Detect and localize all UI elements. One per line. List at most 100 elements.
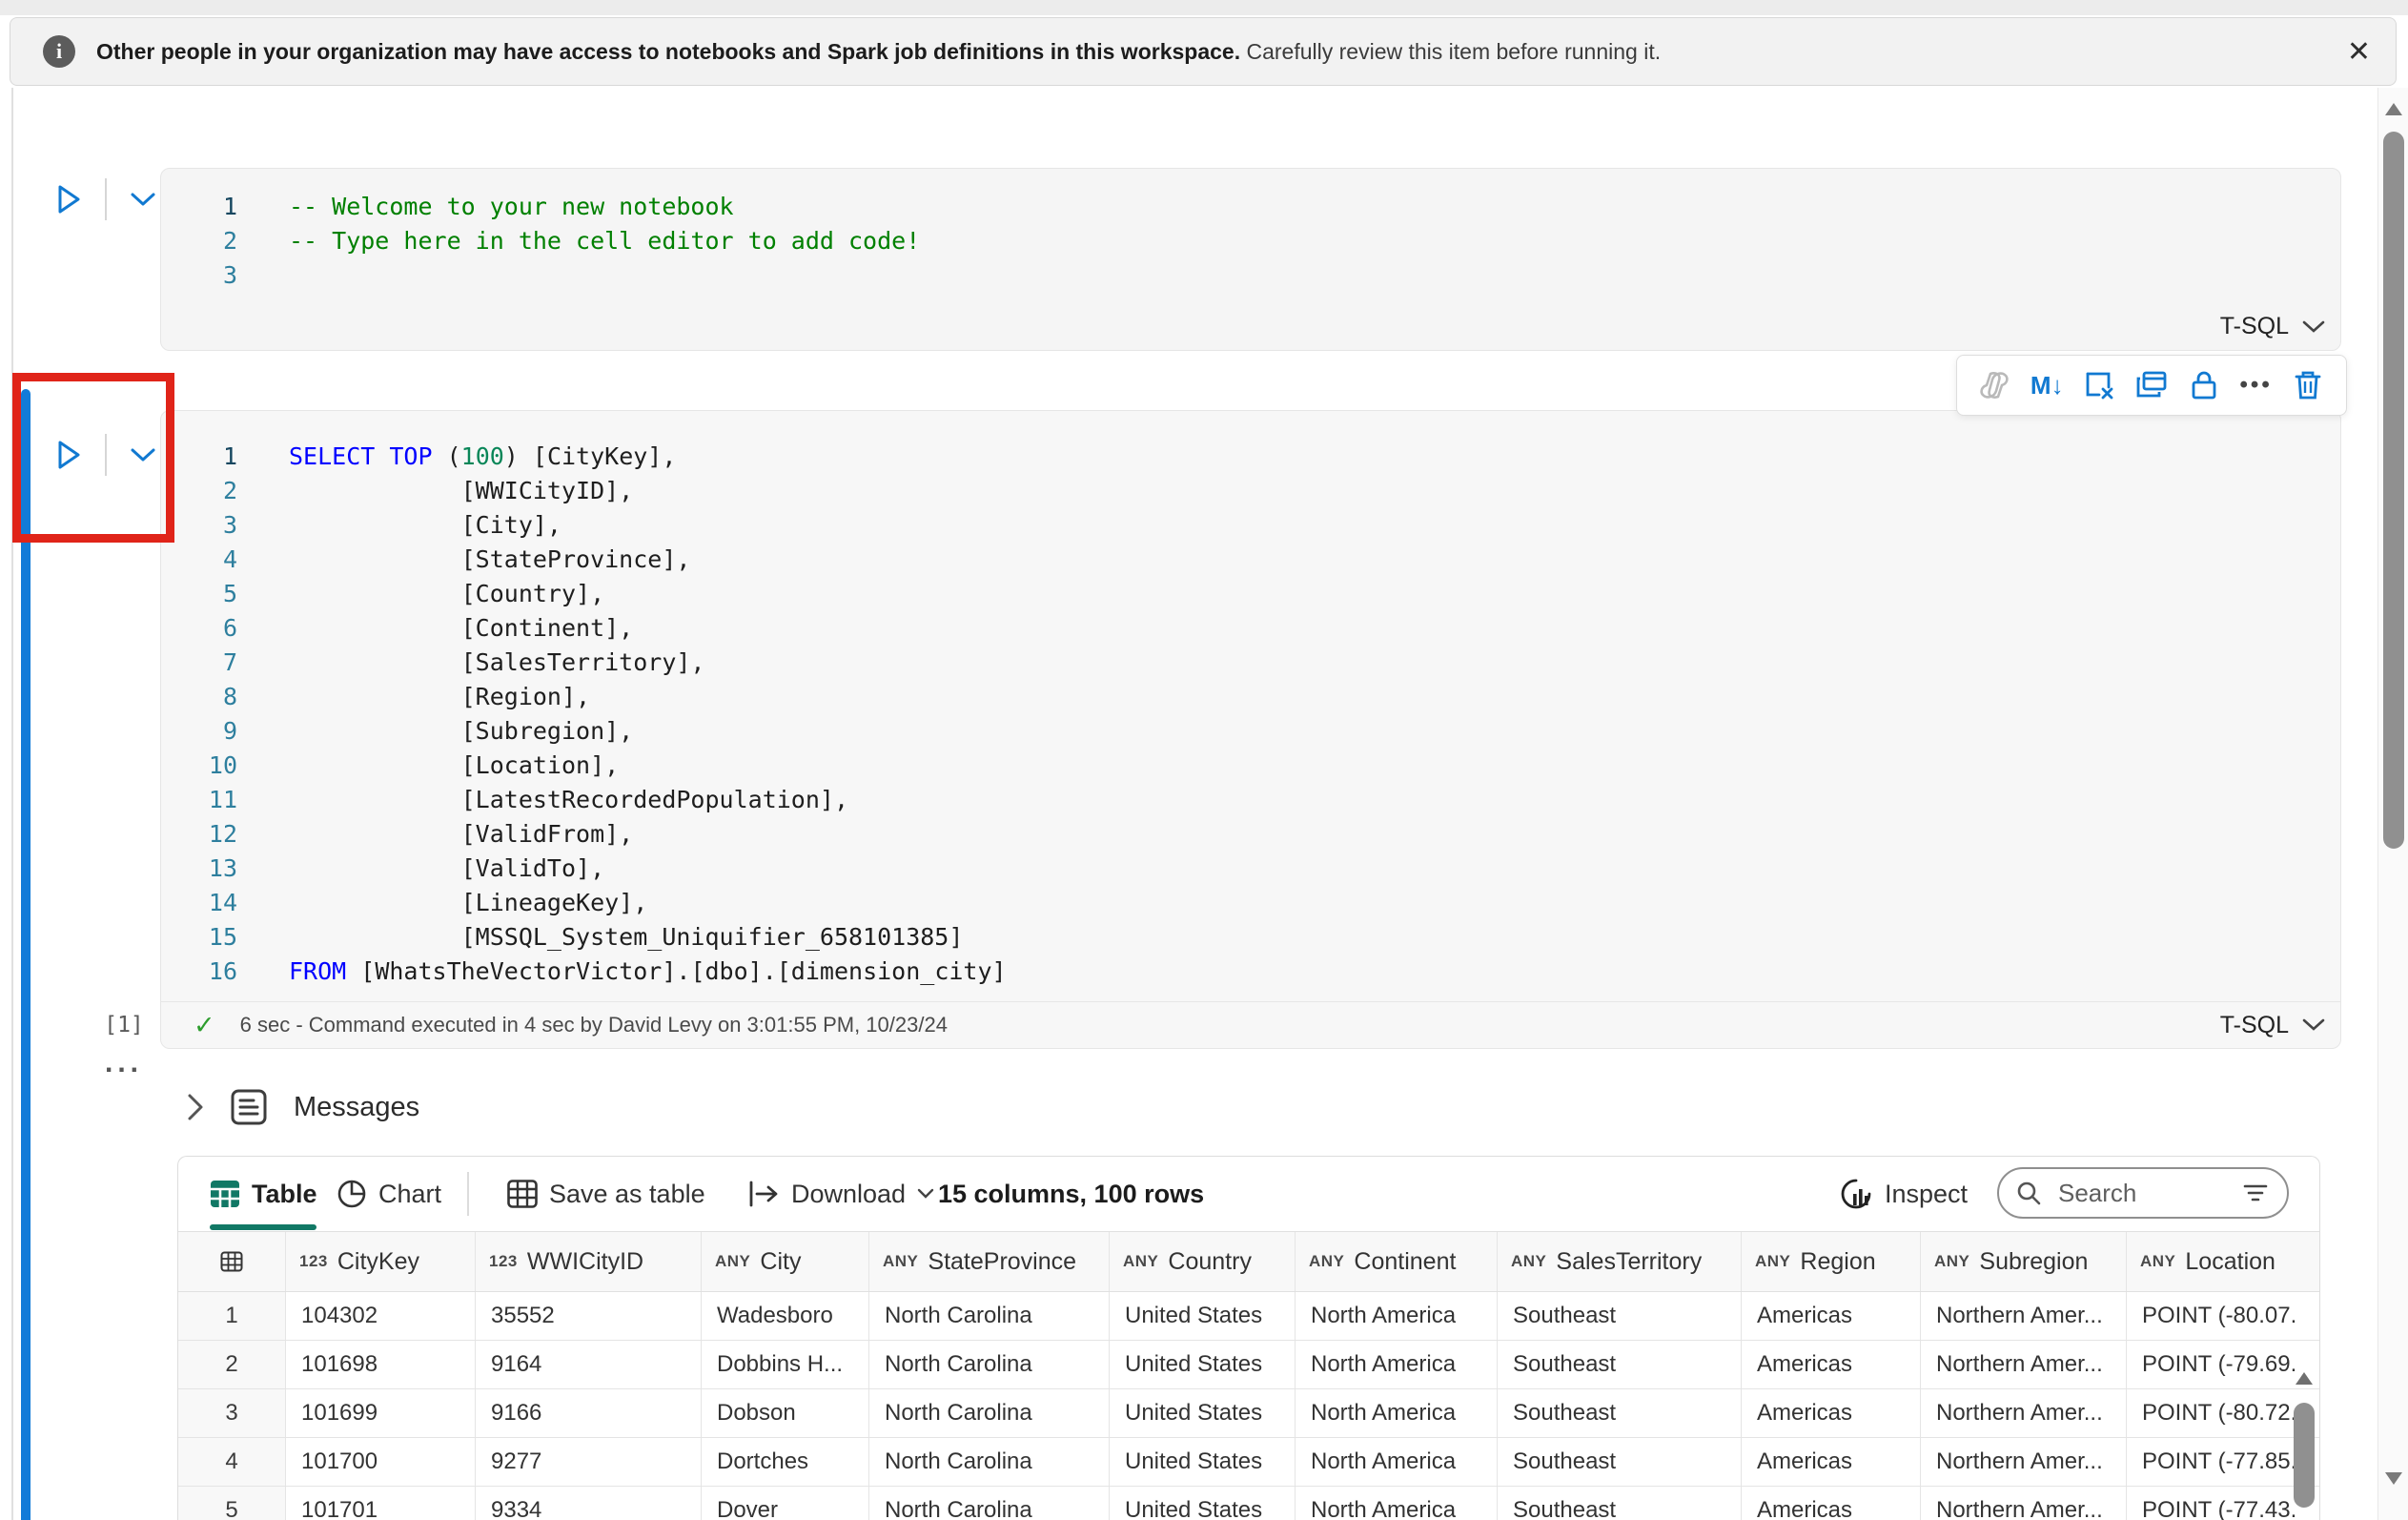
tab-label: Table	[252, 1179, 317, 1208]
code-line[interactable]: 5 [Country],	[173, 577, 2329, 611]
header-cell-StateProvince[interactable]: ANY StateProvince	[869, 1232, 1110, 1291]
code-line[interactable]: 7 [SalesTerritory],	[173, 646, 2329, 680]
header-cell-CityKey[interactable]: 123 CityKey	[286, 1232, 476, 1291]
code-line[interactable]: 10 [Location],	[173, 749, 2329, 783]
code-line[interactable]: 8 [Region],	[173, 680, 2329, 714]
scrollbar-thumb[interactable]	[2294, 1403, 2315, 1508]
more-commands-ellipsis[interactable]: ...	[105, 1047, 143, 1079]
code-line[interactable]: 2 -- Type here in the cell editor to add …	[173, 224, 2329, 258]
table-row[interactable]: 5 101701 9334 Dover North Carolina United Sta…	[178, 1487, 2319, 1520]
lock-cell-icon[interactable]	[2185, 366, 2223, 404]
table-row[interactable]: 2 101698 9164 Dobbins H... North Carolina Uni…	[178, 1341, 2319, 1389]
cell2-code-editor[interactable]: 1 SELECT TOP (100) [CityKey], 2 [WWICityID…	[173, 440, 2329, 989]
cell-value: Dobson	[702, 1389, 869, 1437]
cell1-language-selector[interactable]: T-SQL	[2220, 313, 2325, 340]
scroll-up-arrow[interactable]	[2296, 1372, 2313, 1385]
code-line[interactable]: 4 [StateProvince],	[173, 543, 2329, 577]
cell-value: 101699	[286, 1389, 476, 1437]
page-vertical-scrollbar[interactable]	[2377, 88, 2408, 1520]
cell-value: North Carolina	[869, 1438, 1110, 1486]
code-cell-1[interactable]: 1 -- Welcome to your new notebook 2 -- Type…	[160, 168, 2341, 351]
cell1-code-editor[interactable]: 1 -- Welcome to your new notebook 2 -- Type…	[173, 190, 2329, 293]
header-cell-Region[interactable]: ANY Region	[1742, 1232, 1921, 1291]
copilot-icon[interactable]	[1975, 366, 2013, 404]
inspect-button[interactable]: Inspect	[1839, 1157, 1968, 1231]
code-text: [ValidTo],	[289, 854, 605, 882]
table-row[interactable]: 1 104302 35552 Wadesboro North Carolina Unite…	[178, 1292, 2319, 1341]
column-type-badge: ANY	[1123, 1252, 1159, 1270]
code-line[interactable]: 9 [Subregion],	[173, 714, 2329, 749]
header-cell-City[interactable]: ANY City	[702, 1232, 869, 1291]
chevron-down-icon[interactable]	[124, 180, 162, 218]
scroll-up-arrow[interactable]	[2385, 103, 2402, 115]
window-top-strip	[0, 0, 2408, 15]
code-line[interactable]: 12 [ValidFrom],	[173, 817, 2329, 852]
header-cell-rownum[interactable]	[178, 1232, 286, 1291]
code-line[interactable]: 16 FROM [WhatsTheVectorVictor].[dbo].[dim…	[173, 955, 2329, 989]
convert-to-markdown-icon[interactable]: M↓	[2028, 366, 2066, 404]
header-cell-WWICityID[interactable]: 123 WWICityID	[476, 1232, 702, 1291]
cell-value: North America	[1296, 1341, 1498, 1388]
column-label: Subregion	[1979, 1247, 2089, 1275]
header-cell-Subregion[interactable]: ANY Subregion	[1921, 1232, 2127, 1291]
messages-section-header[interactable]: Messages	[187, 1087, 419, 1127]
code-text: [MSSQL_System_Uniquifier_658101385]	[289, 923, 964, 951]
table-row[interactable]: 3 101699 9166 Dobson North Carolina United St…	[178, 1389, 2319, 1438]
cell-value: Americas	[1742, 1341, 1921, 1388]
header-cell-Location[interactable]: ANY Location	[2127, 1232, 2319, 1291]
grid-vertical-scrollbar[interactable]	[2293, 1365, 2317, 1520]
chevron-right-icon[interactable]	[187, 1093, 204, 1121]
results-toolbar: Table Chart Save as table Download 15 co…	[178, 1157, 2319, 1231]
code-line[interactable]: 2 [WWICityID],	[173, 474, 2329, 508]
clear-output-icon[interactable]	[2080, 366, 2118, 404]
chevron-down-icon	[2302, 320, 2325, 333]
filter-icon[interactable]	[2243, 1183, 2268, 1202]
cell-value: Southeast	[1498, 1389, 1742, 1437]
cell-value: Americas	[1742, 1292, 1921, 1340]
more-options-icon[interactable]: •••	[2237, 366, 2275, 404]
selected-cell-indicator	[21, 389, 31, 1520]
duplicate-cell-icon[interactable]	[2133, 366, 2171, 404]
code-line[interactable]: 1 -- Welcome to your new notebook	[173, 190, 2329, 224]
cell-value: United States	[1110, 1389, 1296, 1437]
column-type-badge: ANY	[883, 1252, 919, 1270]
cell-value: 9334	[476, 1487, 702, 1520]
code-cell-2[interactable]: 1 SELECT TOP (100) [CityKey], 2 [WWICityID…	[160, 410, 2341, 1049]
header-cell-Continent[interactable]: ANY Continent	[1296, 1232, 1498, 1291]
chevron-down-icon	[917, 1188, 934, 1199]
cell-value: 9164	[476, 1341, 702, 1388]
banner-text: Other people in your organization may ha…	[96, 38, 1662, 64]
code-line[interactable]: 3 [City],	[173, 508, 2329, 543]
line-number: 4	[222, 545, 237, 573]
code-line[interactable]: 15 [MSSQL_System_Uniquifier_658101385]	[173, 920, 2329, 955]
close-icon[interactable]: ✕	[2347, 35, 2371, 69]
code-line[interactable]: 13 [ValidTo],	[173, 852, 2329, 886]
info-icon: i	[43, 35, 75, 68]
tab-table[interactable]: Table	[210, 1157, 317, 1231]
line-number: 11	[208, 786, 237, 813]
scroll-down-arrow[interactable]	[2385, 1472, 2402, 1485]
language-label: T-SQL	[2219, 313, 2289, 339]
download-button[interactable]: Download	[747, 1157, 934, 1231]
save-as-table-button[interactable]: Save as table	[507, 1157, 705, 1231]
code-line[interactable]: 11 [LatestRecordedPopulation],	[173, 783, 2329, 817]
cell-value: Americas	[1742, 1438, 1921, 1486]
code-line[interactable]: 6 [Continent],	[173, 611, 2329, 646]
table-row[interactable]: 4 101700 9277 Dortches North Carolina United …	[178, 1438, 2319, 1487]
scrollbar-thumb[interactable]	[2383, 132, 2404, 849]
cell-value: Wadesboro	[702, 1292, 869, 1340]
success-check-icon: ✓	[194, 1010, 215, 1039]
delete-cell-icon[interactable]	[2289, 366, 2327, 404]
column-type-badge: ANY	[2140, 1252, 2176, 1270]
run-cell-button[interactable]	[50, 180, 88, 218]
header-cell-Country[interactable]: ANY Country	[1110, 1232, 1296, 1291]
cell-value: POINT (-80.07.	[2127, 1292, 2319, 1340]
cell2-language-selector[interactable]: T-SQL	[2220, 1012, 2325, 1039]
table-icon	[220, 1251, 243, 1272]
code-line[interactable]: 14 [LineageKey],	[173, 886, 2329, 920]
search-input[interactable]: Search	[1997, 1167, 2289, 1219]
code-line[interactable]: 1 SELECT TOP (100) [CityKey],	[173, 440, 2329, 474]
code-line[interactable]: 3	[173, 258, 2329, 293]
header-cell-SalesTerritory[interactable]: ANY SalesTerritory	[1498, 1232, 1742, 1291]
tab-chart[interactable]: Chart	[337, 1157, 441, 1231]
